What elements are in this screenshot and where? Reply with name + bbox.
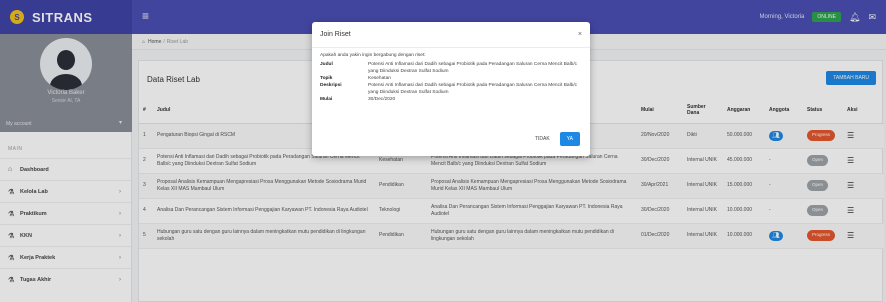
modal-field-topik: Topik Kesehatan [320, 76, 580, 83]
field-label: Mulai [320, 96, 333, 102]
modal-footer: TIDAK YA [535, 132, 580, 146]
field-value: Potensi Anti Inflamasi dari Dadih sebaga… [368, 82, 578, 95]
field-value: Kesehatan [368, 75, 391, 81]
field-value: 30/Dec/2020 [368, 96, 396, 102]
modal-field-mulai: Mulai 30/Dec/2020 [320, 97, 580, 104]
modal-field-judul: Judul Potensi Anti Inflamasi dari Dadih … [320, 62, 580, 76]
field-label: Deskripsi [320, 82, 342, 88]
modal-divider [312, 47, 590, 48]
field-value: Potensi Anti Inflamasi dari Dadih sebaga… [368, 62, 578, 74]
field-label: Topik [320, 75, 333, 81]
modal-body: Apakah anda yakin ingin bergabung dengan… [320, 53, 580, 104]
field-label: Judul [320, 62, 333, 67]
yes-button[interactable]: YA [559, 132, 580, 146]
no-button[interactable]: TIDAK [535, 136, 550, 142]
modal-question: Apakah anda yakin ingin bergabung dengan… [320, 53, 426, 58]
close-icon[interactable]: × [578, 31, 582, 38]
modal-title: Join Riset [320, 31, 351, 38]
modal-field-deskripsi: Deskripsi Potensi Anti Inflamasi dari Da… [320, 83, 580, 97]
join-riset-modal: Join Riset × Apakah anda yakin ingin ber… [312, 22, 590, 156]
